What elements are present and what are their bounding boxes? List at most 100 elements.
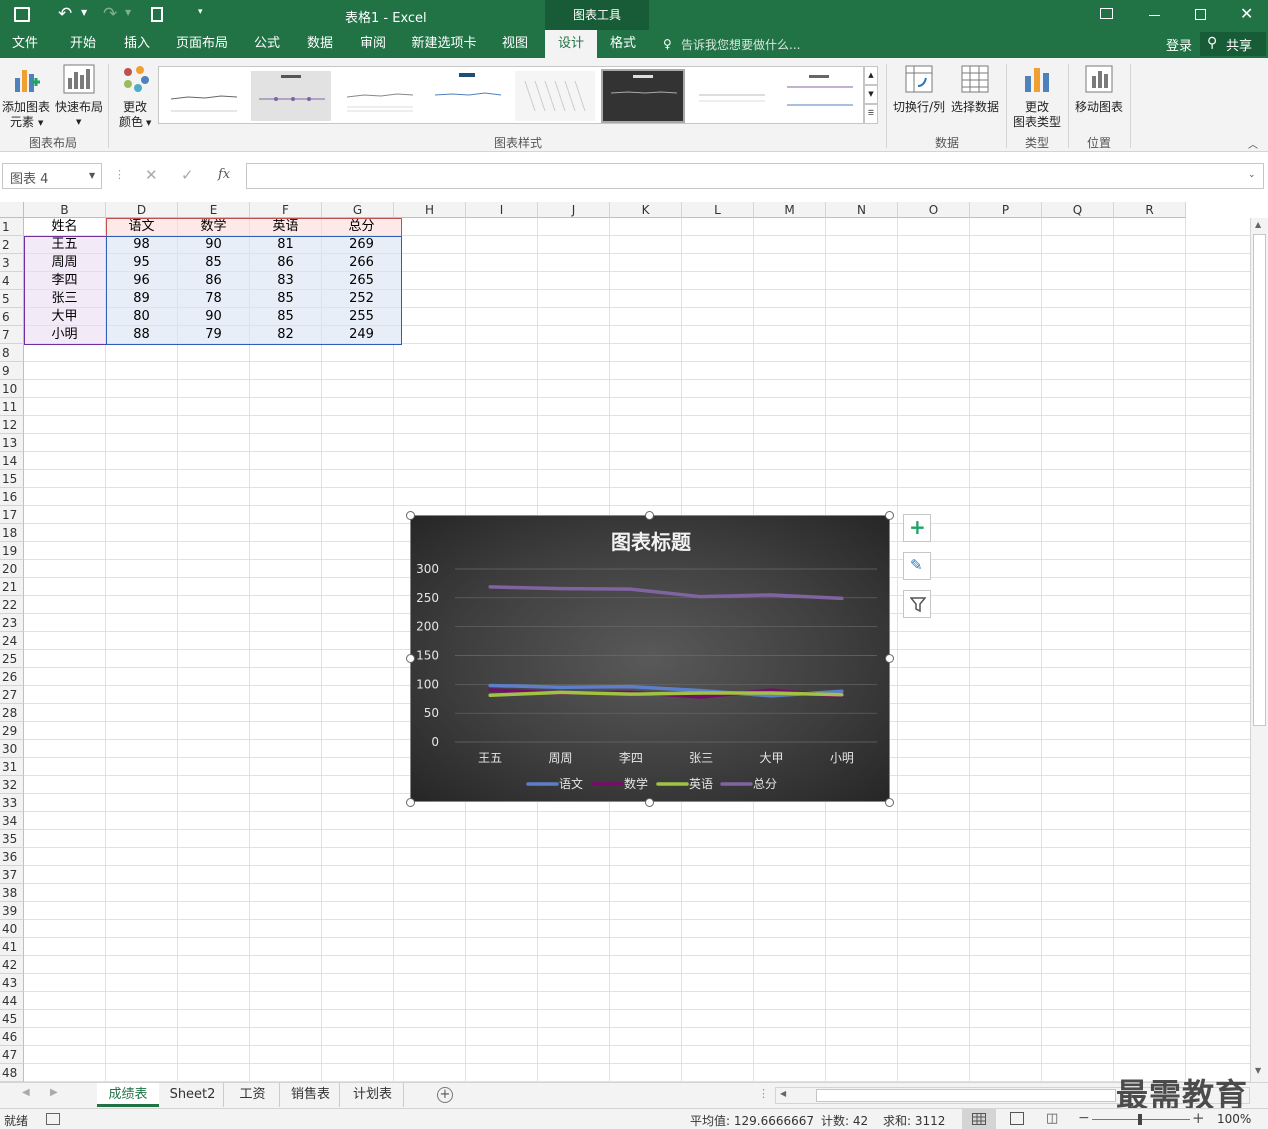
row-header[interactable]: 45 bbox=[0, 1010, 24, 1028]
horizontal-scroll-thumb[interactable] bbox=[816, 1089, 1116, 1102]
status-sum[interactable]: 求和: 3112 bbox=[883, 1112, 945, 1129]
row-header[interactable]: 4 bbox=[0, 272, 24, 290]
row-header[interactable]: 17 bbox=[0, 506, 24, 524]
resize-handle-bottom-right[interactable] bbox=[885, 798, 894, 807]
select-data-button[interactable]: 选择数据 bbox=[948, 62, 1002, 122]
resize-handle-top[interactable] bbox=[645, 511, 654, 520]
row-header[interactable]: 44 bbox=[0, 992, 24, 1010]
sheet-tab-sales[interactable]: 销售表 bbox=[282, 1083, 340, 1107]
switch-row-column-button[interactable]: 切换行/列 bbox=[891, 62, 947, 122]
sign-in-link[interactable]: 登录 bbox=[1166, 35, 1192, 54]
row-header[interactable]: 10 bbox=[0, 380, 24, 398]
gallery-scroll-up-button[interactable]: ▲ bbox=[864, 66, 878, 85]
chart-style-4[interactable] bbox=[427, 71, 507, 121]
row-header[interactable]: 22 bbox=[0, 596, 24, 614]
chart-styles-button[interactable]: ✎ bbox=[903, 552, 931, 580]
page-break-view-icon[interactable]: ◫ bbox=[1046, 1111, 1058, 1126]
split-handle-icon[interactable]: ⋮ bbox=[758, 1087, 769, 1100]
zoom-slider-thumb[interactable] bbox=[1138, 1114, 1142, 1125]
column-header[interactable]: M bbox=[754, 202, 826, 218]
collapse-ribbon-icon[interactable]: ︿ bbox=[1248, 136, 1258, 151]
row-header[interactable]: 5 bbox=[0, 290, 24, 308]
tab-formulas[interactable]: 公式 bbox=[242, 30, 292, 58]
chart-style-8[interactable] bbox=[779, 71, 859, 121]
tab-insert[interactable]: 插入 bbox=[112, 30, 162, 58]
tell-me-box[interactable]: 告诉我您想要做什么... bbox=[681, 36, 800, 53]
chart-area[interactable]: 图表标题 0 50 100 150 200 250 300 王五 周周 李四 张三 大甲 小明 语文 数学英… bbox=[410, 515, 890, 802]
column-header[interactable]: F bbox=[250, 202, 322, 218]
row-header[interactable]: 30 bbox=[0, 740, 24, 758]
select-all-corner[interactable] bbox=[0, 202, 24, 218]
row-header[interactable]: 14 bbox=[0, 452, 24, 470]
row-header[interactable]: 37 bbox=[0, 866, 24, 884]
row-header[interactable]: 24 bbox=[0, 632, 24, 650]
chart-style-2[interactable] bbox=[251, 71, 331, 121]
gallery-more-button[interactable]: ☰ bbox=[864, 104, 878, 124]
row-header[interactable]: 28 bbox=[0, 704, 24, 722]
tab-page-layout[interactable]: 页面布局 bbox=[168, 30, 236, 58]
row-header[interactable]: 11 bbox=[0, 398, 24, 416]
row-header[interactable]: 20 bbox=[0, 560, 24, 578]
row-header[interactable]: 3 bbox=[0, 254, 24, 272]
row-header[interactable]: 38 bbox=[0, 884, 24, 902]
new-sheet-button[interactable]: + bbox=[437, 1087, 453, 1103]
column-header[interactable]: N bbox=[826, 202, 898, 218]
table-header-cell[interactable]: 姓名 bbox=[24, 218, 106, 236]
column-header[interactable]: H bbox=[394, 202, 466, 218]
column-header[interactable]: D bbox=[106, 202, 178, 218]
change-chart-type-button[interactable]: 更改 图表类型 bbox=[1010, 62, 1064, 130]
customize-quick-access-icon[interactable]: ▾ bbox=[198, 7, 203, 17]
chart-style-1[interactable] bbox=[163, 71, 243, 121]
tab-chart-format[interactable]: 格式 bbox=[600, 30, 646, 58]
row-header[interactable]: 9 bbox=[0, 362, 24, 380]
minimize-icon[interactable] bbox=[1149, 15, 1160, 16]
enter-check-icon[interactable]: ✓ bbox=[181, 166, 194, 184]
row-header[interactable]: 18 bbox=[0, 524, 24, 542]
chart-styles-gallery[interactable] bbox=[158, 66, 864, 124]
status-count[interactable]: 计数: 42 bbox=[821, 1112, 868, 1129]
row-header[interactable]: 33 bbox=[0, 794, 24, 812]
column-header[interactable]: G bbox=[322, 202, 394, 218]
tab-view[interactable]: 视图 bbox=[490, 30, 540, 58]
row-header[interactable]: 39 bbox=[0, 902, 24, 920]
resize-handle-bottom-left[interactable] bbox=[406, 798, 415, 807]
row-header[interactable]: 21 bbox=[0, 578, 24, 596]
zoom-in-icon[interactable]: + bbox=[1192, 1109, 1205, 1127]
redo-icon[interactable]: ↷ bbox=[103, 4, 117, 24]
row-header[interactable]: 8 bbox=[0, 344, 24, 362]
row-header[interactable]: 15 bbox=[0, 470, 24, 488]
row-header[interactable]: 2 bbox=[0, 236, 24, 254]
column-header[interactable]: J bbox=[538, 202, 610, 218]
column-header[interactable]: B bbox=[24, 202, 106, 218]
row-header[interactable]: 16 bbox=[0, 488, 24, 506]
row-header[interactable]: 34 bbox=[0, 812, 24, 830]
row-header[interactable]: 46 bbox=[0, 1028, 24, 1046]
resize-handle-right[interactable] bbox=[885, 654, 894, 663]
row-header[interactable]: 32 bbox=[0, 776, 24, 794]
move-chart-button[interactable]: 移动图表 bbox=[1072, 62, 1126, 122]
undo-icon[interactable]: ↶ bbox=[58, 4, 72, 24]
zoom-level[interactable]: 100% bbox=[1217, 1112, 1251, 1126]
undo-dropdown-icon[interactable]: ▼ bbox=[81, 8, 87, 17]
gallery-scroll-down-button[interactable]: ▼ bbox=[864, 85, 878, 104]
column-header[interactable]: E bbox=[178, 202, 250, 218]
name-box[interactable]: 图表 4 ▼ bbox=[2, 163, 102, 189]
zoom-out-icon[interactable]: − bbox=[1078, 1110, 1090, 1126]
formula-input[interactable]: ⌄ bbox=[246, 163, 1264, 189]
save-icon[interactable] bbox=[14, 7, 30, 22]
tab-custom[interactable]: 新建选项卡 bbox=[405, 30, 483, 58]
row-header[interactable]: 40 bbox=[0, 920, 24, 938]
tab-home[interactable]: 开始 bbox=[58, 30, 108, 58]
row-header[interactable]: 19 bbox=[0, 542, 24, 560]
close-icon[interactable]: ✕ bbox=[1240, 4, 1253, 23]
column-header[interactable]: L bbox=[682, 202, 754, 218]
row-header[interactable]: 1 bbox=[0, 218, 24, 236]
row-header[interactable]: 43 bbox=[0, 974, 24, 992]
column-header[interactable]: Q bbox=[1042, 202, 1114, 218]
chart-filters-button[interactable] bbox=[903, 590, 931, 618]
vertical-scroll-thumb[interactable] bbox=[1253, 234, 1266, 726]
scroll-left-icon[interactable]: ◀ bbox=[780, 1089, 786, 1098]
row-header[interactable]: 47 bbox=[0, 1046, 24, 1064]
row-header[interactable]: 29 bbox=[0, 722, 24, 740]
resize-handle-top-right[interactable] bbox=[885, 511, 894, 520]
